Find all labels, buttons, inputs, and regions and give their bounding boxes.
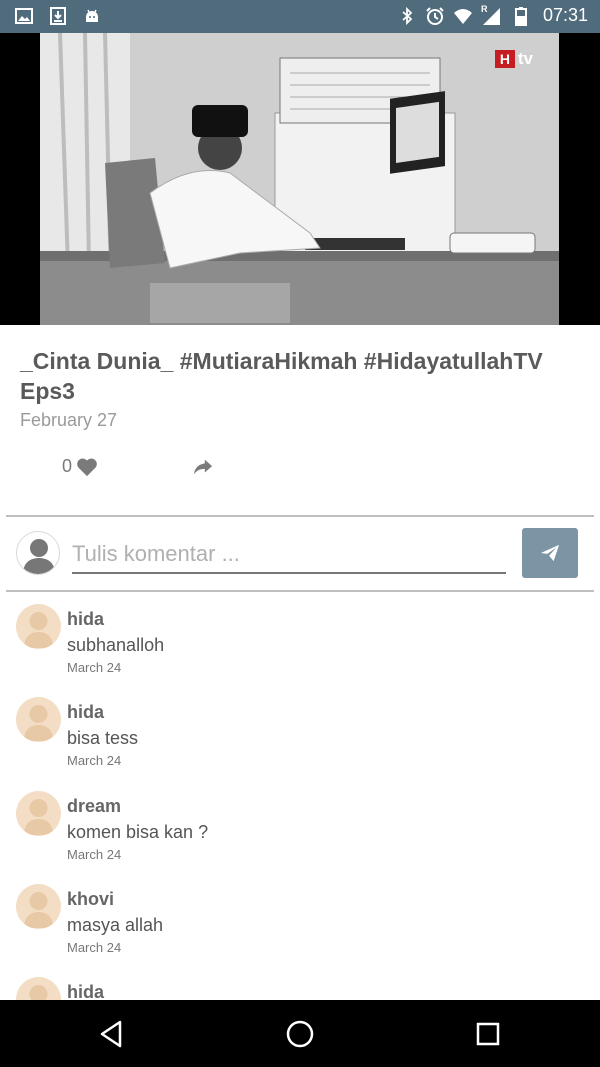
comment-text: komen bisa kan ? xyxy=(67,822,209,842)
download-icon xyxy=(50,7,66,25)
status-time: 07:31 xyxy=(542,5,588,25)
image-icon xyxy=(15,8,33,24)
like-button[interactable]: 0 xyxy=(62,456,98,477)
commenter-avatar xyxy=(16,791,61,836)
share-button[interactable] xyxy=(192,457,214,482)
comment-item: khovi masya allah March 24 xyxy=(0,882,600,975)
bluetooth-icon xyxy=(402,6,413,25)
user-avatar xyxy=(16,531,60,575)
wifi-icon xyxy=(453,8,472,24)
post-date: February 27 xyxy=(20,410,118,430)
comment-text: masya allah xyxy=(67,915,164,935)
video-scene-image xyxy=(40,33,559,325)
divider xyxy=(6,590,594,592)
divider xyxy=(6,515,594,517)
comment-item: hida xyxy=(0,975,600,1000)
user-icon xyxy=(24,799,53,835)
android-icon xyxy=(86,9,98,22)
signal-indicator: R xyxy=(480,3,503,26)
share-icon xyxy=(193,459,213,475)
signal-roaming-label: R xyxy=(480,3,488,14)
commenter-name: hida xyxy=(67,982,105,1000)
commenter-name: hida xyxy=(67,609,105,629)
user-icon xyxy=(23,539,55,574)
commenter-name: khovi xyxy=(67,889,115,909)
send-comment-button[interactable] xyxy=(522,528,578,578)
send-icon xyxy=(540,544,560,562)
commenter-name: dream xyxy=(67,796,122,816)
comment-text: subhanalloh xyxy=(67,635,165,655)
user-icon xyxy=(24,892,53,928)
recents-icon[interactable] xyxy=(472,1018,504,1050)
comment-date: March 24 xyxy=(67,940,122,955)
commenter-avatar xyxy=(16,697,61,742)
status-bar: R 07:31 xyxy=(0,0,600,33)
system-navigation-bar xyxy=(0,1000,600,1067)
comment-item: hida subhanalloh March 24 xyxy=(0,602,600,695)
channel-logo-text: tv xyxy=(517,49,533,68)
commenter-avatar xyxy=(16,604,61,649)
comment-item: hida bisa tess March 24 xyxy=(0,695,600,788)
commenter-name: hida xyxy=(67,702,105,722)
user-icon xyxy=(29,985,48,1000)
comment-list[interactable]: hida subhanalloh March 24 hida bisa tess… xyxy=(0,600,600,1000)
heart-icon xyxy=(77,458,97,476)
comment-date: March 24 xyxy=(67,753,122,768)
commenter-avatar xyxy=(16,977,61,1000)
channel-logo: H tv xyxy=(494,49,533,69)
comment-input[interactable] xyxy=(72,536,506,574)
post-title: _Cinta Dunia_ #MutiaraHikmah #Hidayatull… xyxy=(20,348,543,404)
video-player[interactable]: H tv xyxy=(0,33,600,325)
video-thumbnail: H tv xyxy=(40,33,559,325)
commenter-avatar xyxy=(16,884,61,929)
comment-date: March 24 xyxy=(67,660,122,675)
home-icon[interactable] xyxy=(284,1018,316,1050)
comment-item: dream komen bisa kan ? March 24 xyxy=(0,789,600,882)
channel-logo-mark: H xyxy=(494,50,515,68)
back-icon[interactable] xyxy=(96,1018,128,1050)
user-icon xyxy=(24,612,53,648)
comment-text: bisa tess xyxy=(67,728,139,748)
battery-icon xyxy=(514,6,527,26)
user-icon xyxy=(24,705,53,741)
alarm-icon xyxy=(426,6,444,25)
comment-date: March 24 xyxy=(67,847,122,862)
like-count: 0 xyxy=(62,456,73,476)
